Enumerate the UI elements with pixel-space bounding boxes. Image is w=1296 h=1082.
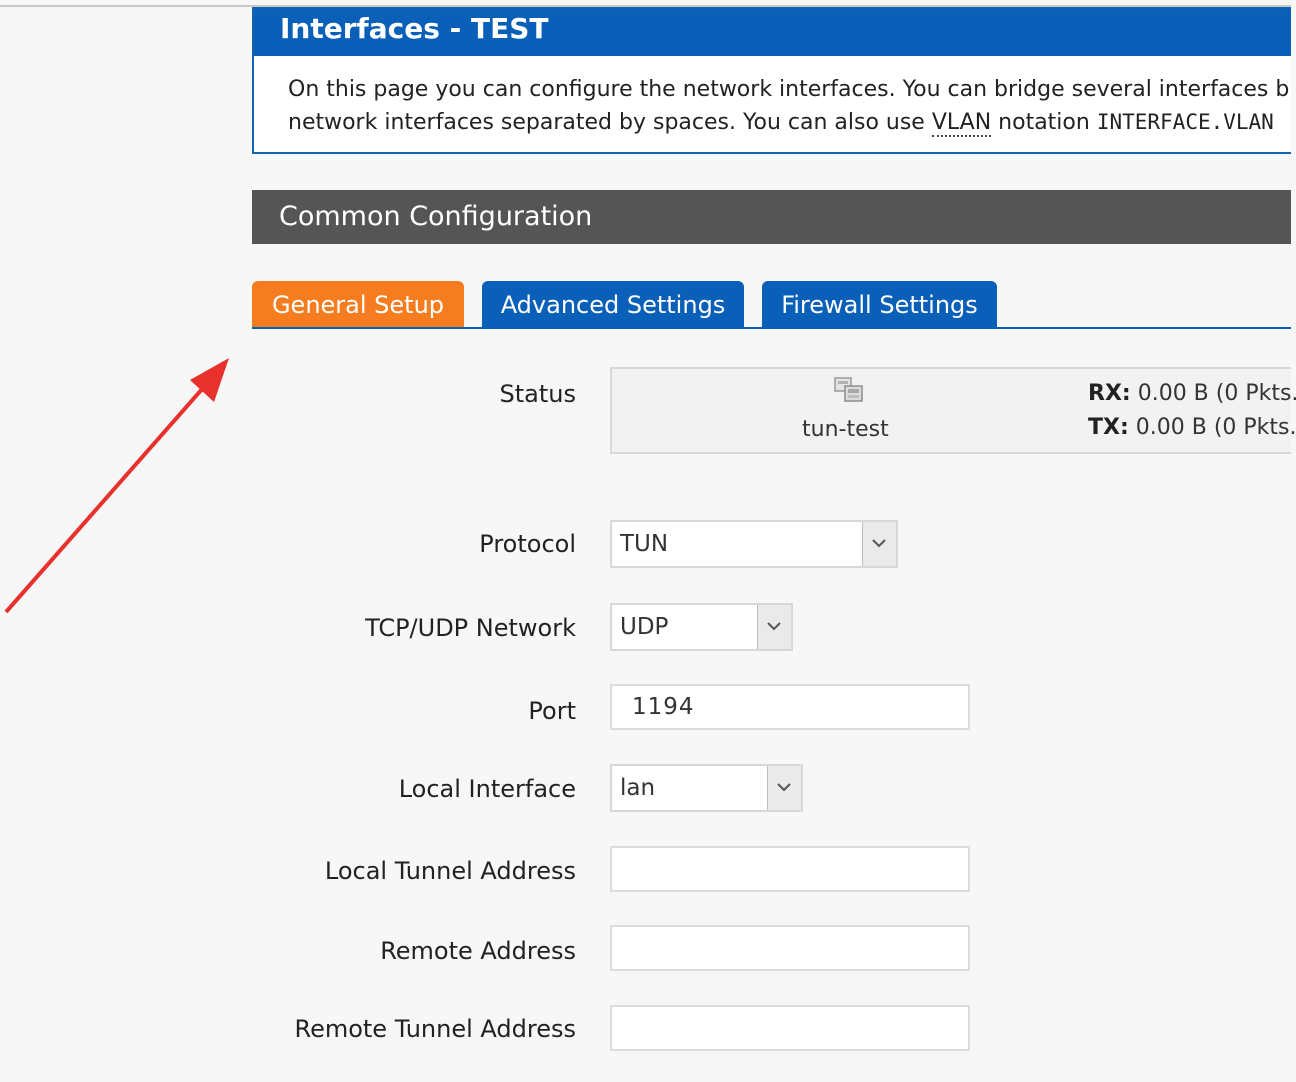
status-box: tun-test RX: 0.00 B (0 Pkts.) TX: 0.00 B… [610,367,1296,454]
tx-stat: TX: 0.00 B (0 Pkts.) [1088,415,1296,440]
tab-general-setup[interactable]: General Setup [252,281,464,329]
protocol-label: Protocol [479,530,576,558]
network-interface-icon [834,377,864,403]
remote-tunnel-address-label: Remote Tunnel Address [294,1015,576,1043]
local-tunnel-address-label: Local Tunnel Address [324,857,576,885]
local-interface-label: Local Interface [398,775,576,803]
tab-advanced-settings[interactable]: Advanced Settings [482,281,744,329]
page-description: On this page you can configure the netwo… [288,73,1291,139]
annotation-arrow-icon [4,358,229,614]
remote-address-input[interactable] [610,925,970,971]
vlan-notation-code: INTERFACE.VLAN [1096,110,1274,134]
chevron-down-icon [777,783,791,792]
interface-name: tun-test [802,417,889,442]
page-title: Interfaces - TEST [254,9,1291,56]
chevron-down-icon [767,622,781,631]
tab-firewall-settings[interactable]: Firewall Settings [762,281,997,329]
status-label: Status [499,380,576,408]
rx-stat: RX: 0.00 B (0 Pkts.) [1088,381,1296,406]
local-interface-value: lan [620,775,656,801]
network-value: UDP [620,614,669,640]
port-label: Port [528,697,576,725]
remote-address-label: Remote Address [380,937,576,965]
network-label: TCP/UDP Network [365,614,576,642]
local-interface-select[interactable]: lan [610,764,803,812]
vlan-abbreviation: VLAN [931,110,992,137]
local-tunnel-address-input[interactable] [610,846,970,892]
tab-underline [252,327,1291,329]
description-line-1: On this page you can configure the netwo… [288,77,1290,102]
network-select[interactable]: UDP [610,603,793,651]
protocol-select[interactable]: TUN [610,520,898,568]
protocol-value: TUN [620,531,669,557]
remote-tunnel-address-input[interactable] [610,1005,970,1051]
port-input[interactable]: 1194 [610,684,970,730]
section-title: Common Configuration [252,190,1291,244]
description-line-2: network interfaces separated by spaces. … [288,110,1274,137]
page-header: Interfaces - TEST On this page you can c… [252,7,1291,154]
chevron-down-icon [872,539,886,548]
